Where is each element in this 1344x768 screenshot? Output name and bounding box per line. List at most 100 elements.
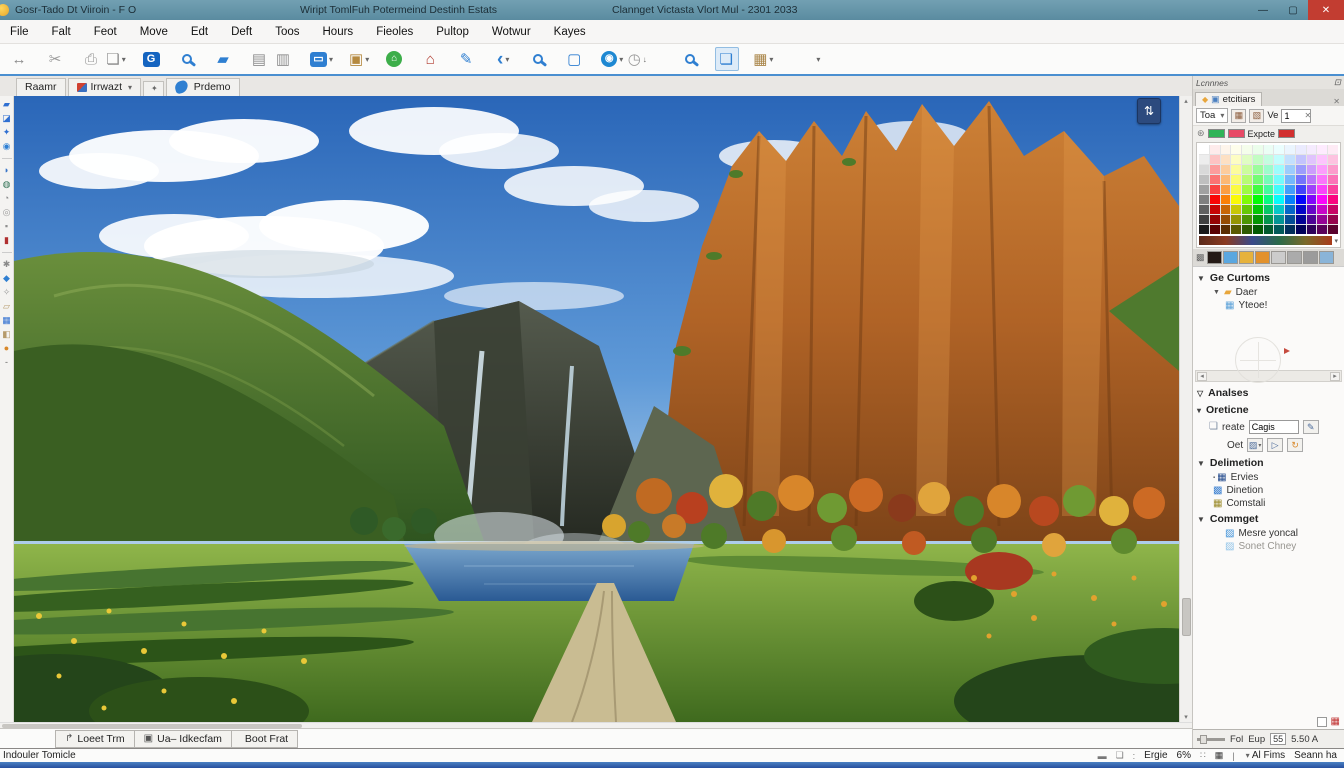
palette-cell[interactable] <box>1274 185 1284 194</box>
palette-cell[interactable] <box>1307 165 1317 174</box>
palette-cell[interactable] <box>1199 205 1209 214</box>
collapse-arrow-icon[interactable]: ▼ <box>1213 289 1220 296</box>
plus-icon[interactable]: ⊛ <box>1197 128 1205 139</box>
palette-cell[interactable] <box>1274 195 1284 204</box>
collapse-arrow-icon[interactable]: ▼ <box>1197 459 1205 468</box>
green-chip[interactable] <box>1208 129 1225 138</box>
section-ge-curtoms[interactable]: ▼ Ge Curtoms <box>1193 269 1344 286</box>
palette-cell[interactable] <box>1274 155 1284 164</box>
palette-cell[interactable] <box>1199 215 1209 224</box>
palette-cell[interactable] <box>1285 225 1295 234</box>
palette-cell[interactable] <box>1242 195 1252 204</box>
palette-cell[interactable] <box>1317 165 1327 174</box>
palette-cell[interactable] <box>1296 145 1306 154</box>
menu-item[interactable]: Fieoles <box>376 26 413 38</box>
gradient-bar[interactable] <box>1199 236 1332 245</box>
bottom-tab[interactable]: Boot Frat <box>231 730 298 748</box>
palette-cell[interactable] <box>1307 185 1317 194</box>
palette-cell[interactable] <box>1264 175 1274 184</box>
palette-cell[interactable] <box>1317 215 1327 224</box>
menu-item[interactable]: Edt <box>191 26 208 38</box>
scroll-left-icon[interactable]: ◂ <box>1197 372 1207 381</box>
palette-cell[interactable] <box>1210 185 1220 194</box>
palette-cell[interactable] <box>1264 225 1274 234</box>
palette-cell[interactable] <box>1242 155 1252 164</box>
red-chip-2[interactable] <box>1278 129 1295 138</box>
palette-cell[interactable] <box>1242 205 1252 214</box>
palette-cell[interactable] <box>1274 225 1284 234</box>
palette-cell[interactable] <box>1253 165 1263 174</box>
palette-cell[interactable] <box>1231 175 1241 184</box>
navigator-overlay[interactable]: ⇅ <box>1137 98 1161 124</box>
bottom-tab[interactable]: ▣ Ua– Idkecfam <box>134 730 232 748</box>
menu-item[interactable]: Pultop <box>436 26 469 38</box>
minus-tool-icon[interactable]: - <box>5 358 8 367</box>
briefcase-icon[interactable]: ▢ <box>563 47 587 71</box>
tree-item-comstali[interactable]: ▦ Comstali <box>1193 497 1344 510</box>
palette-cell[interactable] <box>1221 155 1231 164</box>
palette-cell[interactable] <box>1328 175 1338 184</box>
printer-icon[interactable]: ⎙ <box>80 47 104 71</box>
palette-cell[interactable] <box>1242 225 1252 234</box>
color-swatch[interactable] <box>1207 251 1222 264</box>
palette-cell[interactable] <box>1296 185 1306 194</box>
menu-item[interactable]: Falt <box>52 26 71 38</box>
list-icon[interactable]: ▤ <box>248 47 272 71</box>
palette-cell[interactable] <box>1210 195 1220 204</box>
palette-cell[interactable] <box>1296 225 1306 234</box>
menu-item[interactable]: Hours <box>323 26 354 38</box>
palette-cell[interactable] <box>1307 205 1317 214</box>
red-grid-icon[interactable]: ▦ <box>1331 716 1340 727</box>
image-canvas[interactable]: ⇅ <box>14 96 1179 722</box>
palette-cell[interactable] <box>1274 165 1284 174</box>
square-tool-icon[interactable]: ▪ <box>5 222 8 231</box>
tree-item-ervies[interactable]: ▪ ▦ Ervies <box>1193 471 1344 484</box>
palette-cell[interactable] <box>1296 205 1306 214</box>
dots-icon[interactable]: ∷ <box>1200 750 1206 761</box>
page-icon[interactable]: ❏ <box>1116 750 1124 761</box>
search-icon[interactable] <box>679 47 703 71</box>
palette-cell[interactable] <box>1317 185 1327 194</box>
palette-cell[interactable] <box>1307 145 1317 154</box>
palette-cell[interactable] <box>1317 225 1327 234</box>
key-search-icon[interactable] <box>527 47 551 71</box>
palette-cell[interactable] <box>1328 195 1338 204</box>
palette-cell[interactable] <box>1307 225 1317 234</box>
palette-cell[interactable] <box>1221 215 1231 224</box>
palette-cell[interactable] <box>1199 185 1209 194</box>
palette-cell[interactable] <box>1296 165 1306 174</box>
section-analses[interactable]: ▽ Analses <box>1193 384 1344 401</box>
palette-cell[interactable] <box>1296 155 1306 164</box>
palette-cell[interactable] <box>1264 155 1274 164</box>
zoom-star-icon[interactable] <box>176 47 200 71</box>
color-swatch[interactable] <box>1287 251 1302 264</box>
zoom-slider[interactable] <box>1197 738 1225 741</box>
clamp-tool-icon[interactable]: ✂ <box>44 47 68 71</box>
doc-tab-raamr[interactable]: Raamr <box>16 78 66 96</box>
slider-thumb[interactable] <box>1200 735 1207 744</box>
palette-cell[interactable] <box>1199 155 1209 164</box>
ring-tool-icon[interactable]: ◍ <box>3 180 11 189</box>
tree-item-dinetion[interactable]: ▩ Dinetion <box>1193 484 1344 497</box>
brush-tool-icon[interactable]: ◗ <box>4 166 9 175</box>
chevron-left-icon[interactable]: ‹ ▾ <box>491 47 515 71</box>
checkbox[interactable] <box>1317 717 1327 727</box>
palette-cell[interactable] <box>1210 205 1220 214</box>
palette-cell[interactable] <box>1221 205 1231 214</box>
canvas-vscrollbar[interactable]: ▴ ▾ <box>1179 96 1192 722</box>
palette-cell[interactable] <box>1231 215 1241 224</box>
minimize-button[interactable]: — <box>1248 5 1278 16</box>
gear-tool-icon[interactable]: ✱ <box>3 260 11 269</box>
page-flip-icon[interactable]: ❏ ▾ <box>104 47 128 71</box>
play-button[interactable]: ▷ <box>1267 438 1283 452</box>
palette-cell[interactable] <box>1199 145 1209 154</box>
scroll-right-icon[interactable]: ▸ <box>1330 372 1340 381</box>
diag-view-button[interactable]: ▧ <box>1249 109 1264 123</box>
palette-cell[interactable] <box>1264 145 1274 154</box>
palette-cell[interactable] <box>1253 175 1263 184</box>
red-tool-icon[interactable]: ▮ <box>4 236 9 245</box>
palette-cell[interactable] <box>1317 175 1327 184</box>
doc-tab-mini[interactable]: ✦ <box>143 81 164 96</box>
grid-view-button[interactable]: ▦ <box>1231 109 1246 123</box>
palette-cell[interactable] <box>1242 165 1252 174</box>
